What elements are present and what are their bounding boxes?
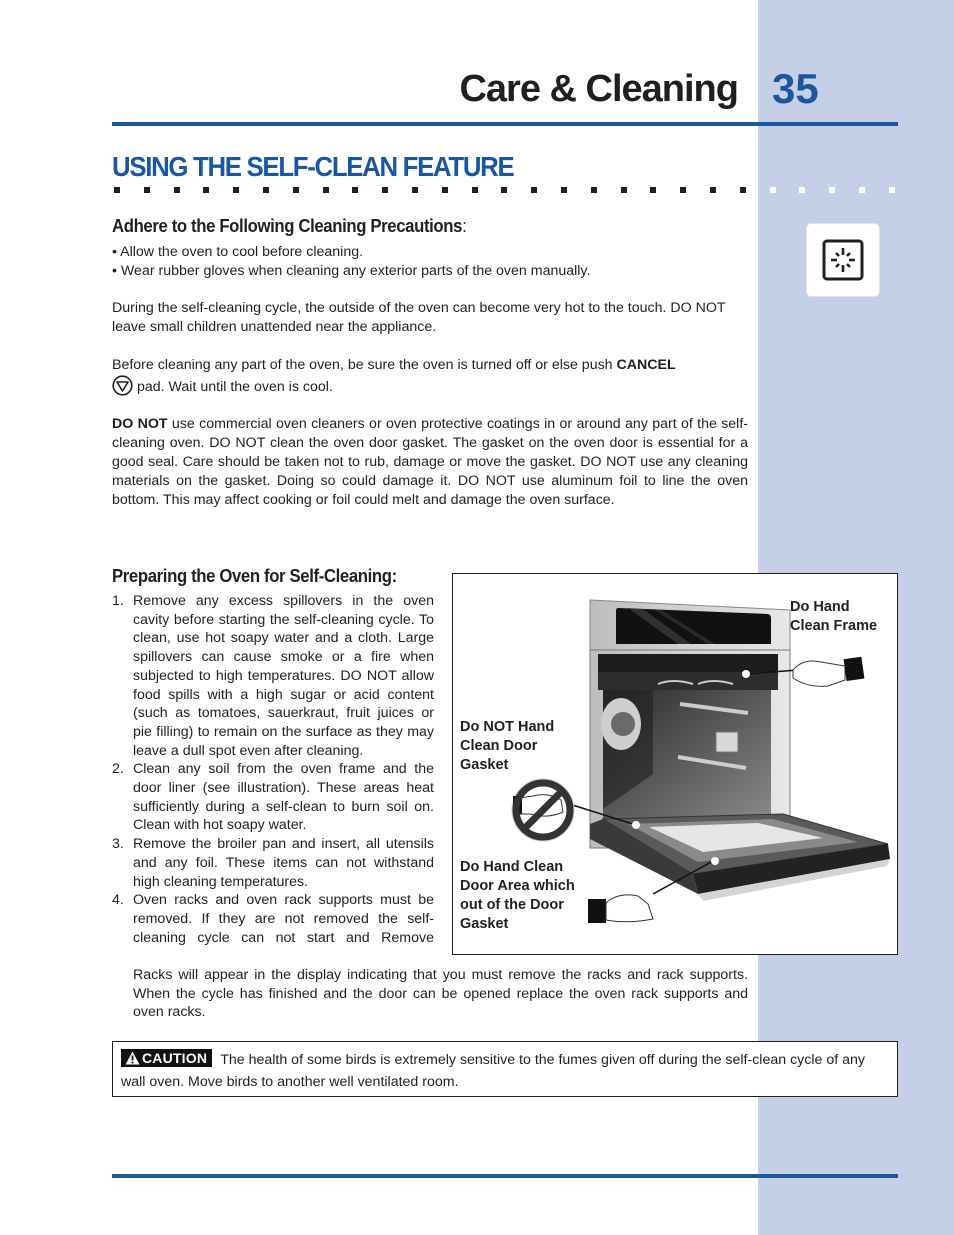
hot-warning-paragraph: During the self-cleaning cycle, the outs… bbox=[112, 300, 726, 335]
page-title: Care & Cleaning bbox=[459, 68, 739, 110]
precautions-bullets: • Allow the oven to cool before cleaning… bbox=[112, 243, 748, 281]
cancel-bold: CANCEL bbox=[616, 357, 676, 373]
divider-dot bbox=[710, 187, 716, 193]
label-line: Do NOT Hand bbox=[460, 719, 555, 735]
caution-box: CAUTION The health of some birds is extre… bbox=[112, 1041, 898, 1097]
label-line: Gasket bbox=[460, 916, 509, 932]
step-text: Remove the broiler pan and insert, all u… bbox=[133, 836, 434, 890]
caution-badge: CAUTION bbox=[121, 1049, 213, 1067]
divider-dot bbox=[292, 187, 299, 193]
divider-dot bbox=[173, 187, 180, 193]
oven-illustration: Do Hand Clean Frame Do NOT Hand Clean Do… bbox=[452, 573, 898, 955]
caution-badge-label: CAUTION bbox=[142, 1050, 208, 1066]
divider-dot bbox=[382, 187, 389, 193]
divider-dot bbox=[501, 187, 508, 193]
prohibited-hand-icon bbox=[511, 778, 575, 842]
divider-dot bbox=[114, 187, 120, 193]
donot-text: use commercial oven cleaners or oven pro… bbox=[112, 416, 749, 508]
divider-dot bbox=[561, 187, 567, 193]
step-item: 2. Clean any soil from the oven frame and… bbox=[112, 760, 434, 835]
divider-dot bbox=[888, 187, 895, 193]
donot-paragraph: DO NOT use commercial oven cleaners or o… bbox=[112, 415, 748, 510]
preparing-steps: 1. Remove any excess spillovers in the ov… bbox=[112, 592, 434, 947]
caution-text-block: CAUTION The health of some birds is extre… bbox=[121, 1049, 881, 1093]
cancel-paragraph: Before cleaning any part of the oven, be… bbox=[112, 356, 748, 397]
step-4-continued: Racks will appear in the display indicat… bbox=[133, 967, 748, 1021]
self-clean-icon-tile bbox=[806, 223, 880, 297]
step-number: 4. bbox=[112, 892, 124, 909]
divider-dot bbox=[471, 187, 478, 193]
divider-dot bbox=[263, 187, 269, 193]
divider-dot bbox=[352, 187, 359, 193]
label-line: Do Hand Clean bbox=[460, 859, 564, 875]
bullet-item: • Wear rubber gloves when cleaning any e… bbox=[112, 263, 591, 279]
step-item: 4. Oven racks and oven rack supports must… bbox=[112, 891, 434, 947]
dot-divider bbox=[114, 187, 904, 194]
precautions-heading: Adhere to the Following Cleaning Precaut… bbox=[112, 216, 467, 237]
divider-dot bbox=[143, 187, 150, 193]
preparing-heading: Preparing the Oven for Self-Cleaning: bbox=[112, 566, 397, 586]
bullet-text: Allow the oven to cool before cleaning. bbox=[120, 244, 364, 260]
page-number: 35 bbox=[772, 65, 819, 112]
divider-dot bbox=[859, 187, 865, 193]
oven-light bbox=[715, 731, 739, 753]
step-item: 1. Remove any excess spillovers in the ov… bbox=[112, 592, 434, 760]
hand-cloth-icon bbox=[588, 894, 654, 923]
bullet-item: • Allow the oven to cool before cleaning… bbox=[112, 244, 364, 260]
divider-dot bbox=[441, 187, 448, 193]
donot-bold: DO NOT bbox=[112, 416, 168, 432]
label-line: Clean Door bbox=[460, 738, 538, 754]
bullet-text: Wear rubber gloves when cleaning any ext… bbox=[120, 263, 591, 279]
caution-message: The health of some birds is extremely se… bbox=[121, 1052, 865, 1090]
divider-dot bbox=[829, 187, 836, 193]
divider-dot bbox=[680, 187, 687, 193]
hand-cloth-icon bbox=[792, 656, 865, 687]
footer-rule bbox=[112, 1174, 898, 1178]
step-text: Remove any excess spillovers in the oven… bbox=[133, 593, 434, 759]
label-line: out of the Door bbox=[460, 897, 564, 913]
label-line: Clean Frame bbox=[790, 618, 878, 634]
warning-triangle-icon bbox=[125, 1051, 140, 1065]
divider-dot bbox=[769, 187, 776, 193]
label-not-clean-gasket: Do NOT Hand Clean Door Gasket bbox=[460, 718, 554, 775]
section-title: USING THE SELF-CLEAN FEATURE bbox=[112, 151, 515, 182]
step-text: Oven racks and oven rack supports must b… bbox=[133, 892, 434, 946]
precautions-heading-text: Adhere to the Following Cleaning Precaut… bbox=[112, 216, 463, 236]
self-clean-icon bbox=[822, 239, 864, 281]
label-hand-clean-frame: Do Hand Clean Frame bbox=[790, 598, 877, 636]
divider-dot bbox=[650, 187, 657, 193]
step-number: 3. bbox=[112, 836, 124, 853]
label-line: Door Area which bbox=[460, 878, 575, 894]
divider-dot bbox=[322, 187, 329, 193]
cancel-text-before: Before cleaning any part of the oven, be… bbox=[112, 357, 617, 373]
divider-dot bbox=[620, 187, 627, 193]
label-clean-door-area: Do Hand Clean Door Area which out of the… bbox=[460, 858, 575, 934]
header-rule bbox=[112, 122, 898, 126]
divider-dot bbox=[531, 187, 538, 193]
label-line: Do Hand bbox=[790, 599, 850, 615]
cancel-pad-icon bbox=[112, 375, 133, 396]
step-item: 3. Remove the broiler pan and insert, all… bbox=[112, 835, 434, 891]
divider-dot bbox=[412, 187, 418, 193]
label-line: Gasket bbox=[460, 757, 509, 773]
step-text: Clean any soil from the oven frame and t… bbox=[133, 761, 434, 834]
divider-dot bbox=[590, 187, 597, 193]
divider-dot bbox=[799, 187, 806, 193]
step-number: 1. bbox=[112, 593, 124, 609]
precautions-heading-colon: : bbox=[462, 216, 467, 236]
step-number: 2. bbox=[112, 761, 124, 778]
divider-dot bbox=[739, 187, 746, 193]
divider-dot bbox=[233, 187, 240, 193]
cancel-text-after: pad. Wait until the oven is cool. bbox=[137, 379, 333, 395]
divider-dot bbox=[203, 187, 210, 193]
